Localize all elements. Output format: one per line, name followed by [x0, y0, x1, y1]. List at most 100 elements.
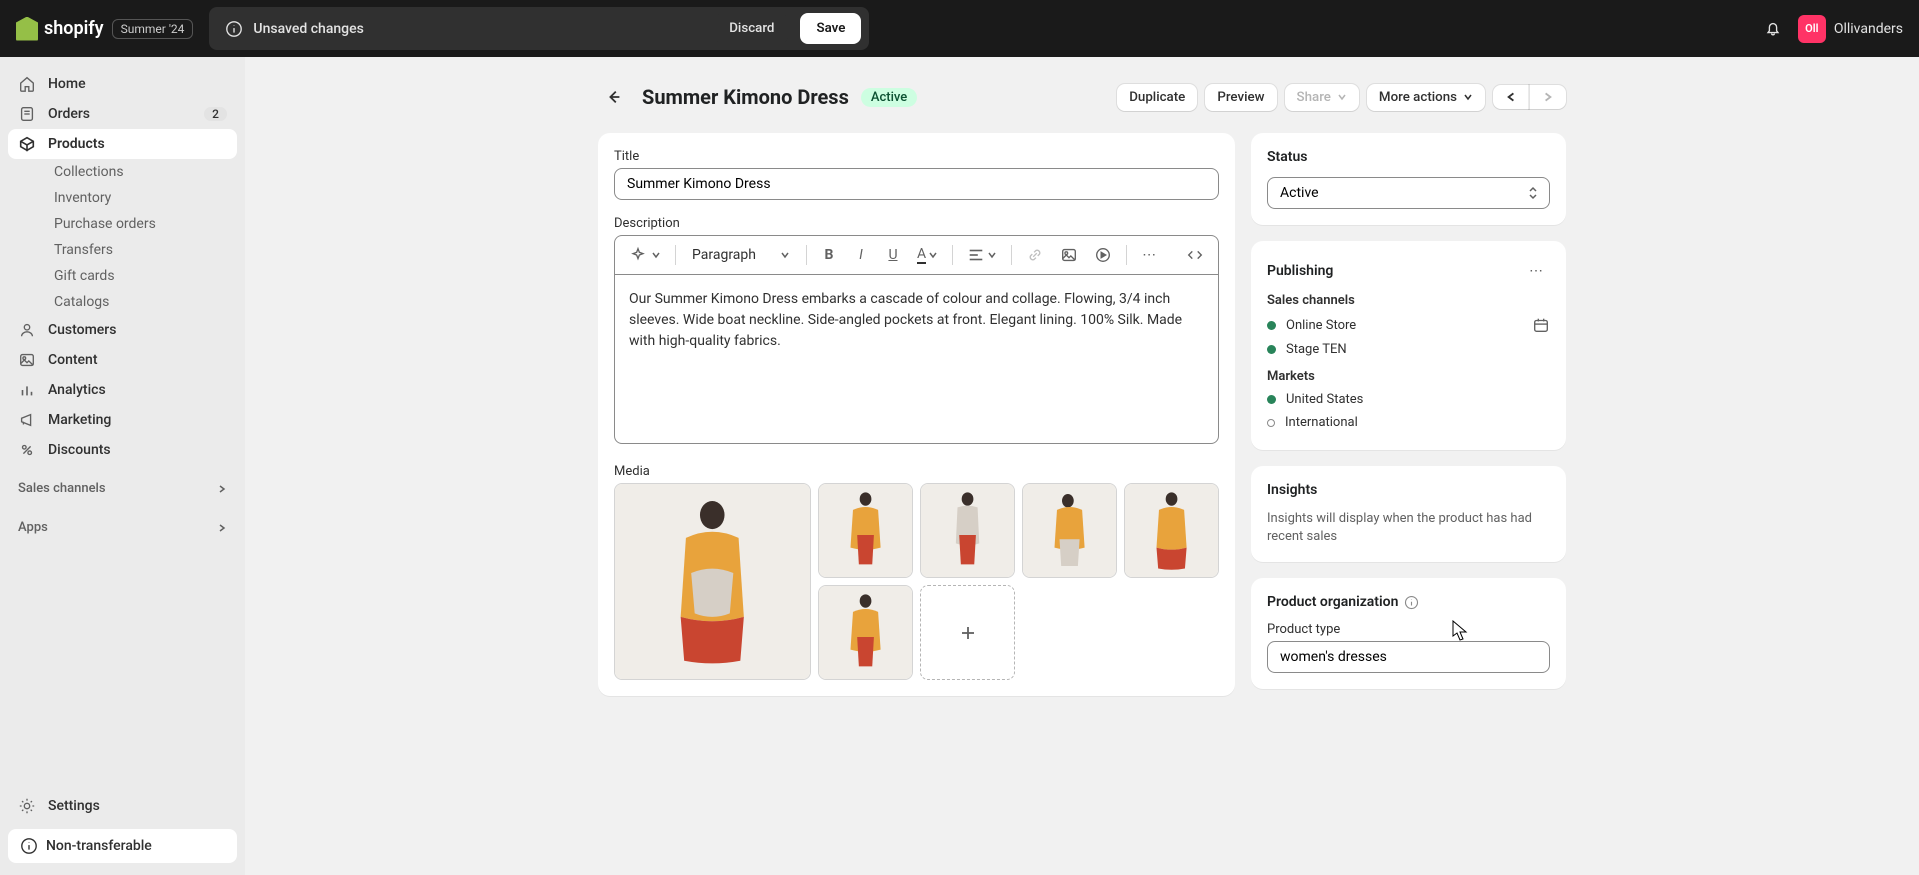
info-icon [225, 20, 243, 38]
link-button[interactable] [1020, 240, 1050, 270]
save-button[interactable]: Save [800, 13, 861, 44]
paragraph-style-dropdown[interactable]: Paragraph [684, 241, 798, 269]
non-transferable-notice[interactable]: Non-transferable [8, 829, 237, 863]
bold-button[interactable]: B [815, 241, 843, 269]
sidebar-item-settings[interactable]: Settings [8, 791, 237, 821]
chevron-down-icon [651, 250, 661, 260]
publishing-card: Publishing ⋯ Sales channels Online Store [1251, 241, 1566, 450]
sparkle-icon [629, 246, 647, 264]
sidebar-item-purchase-orders[interactable]: Purchase orders [44, 211, 237, 237]
product-image-placeholder [644, 494, 781, 670]
underline-button[interactable]: U [879, 241, 907, 269]
sidebar-item-inventory[interactable]: Inventory [44, 185, 237, 211]
share-button[interactable]: Share [1285, 84, 1359, 111]
prev-product-button[interactable] [1493, 85, 1529, 109]
calendar-icon[interactable] [1532, 316, 1550, 334]
sidebar-item-marketing[interactable]: Marketing [8, 405, 237, 435]
description-label: Description [614, 216, 1219, 231]
sidebar-item-home[interactable]: Home [8, 69, 237, 99]
status-badge: Active [861, 88, 917, 107]
description-editor[interactable]: Our Summer Kimono Dress embarks a cascad… [614, 274, 1219, 444]
add-media-button[interactable] [920, 585, 1015, 680]
sidebar-item-transfers[interactable]: Transfers [44, 237, 237, 263]
chevron-down-icon [1337, 92, 1347, 102]
insights-heading: Insights [1267, 482, 1550, 498]
sidebar-item-orders[interactable]: Orders 2 [8, 99, 237, 129]
back-button[interactable] [598, 81, 630, 113]
product-image-placeholder [1037, 489, 1102, 573]
duplicate-button[interactable]: Duplicate [1117, 84, 1197, 111]
editor-toolbar: Paragraph B I U A [614, 235, 1219, 274]
sidebar-item-analytics[interactable]: Analytics [8, 375, 237, 405]
align-left-icon [967, 246, 985, 264]
logo-area: shopify Summer '24 [16, 17, 193, 41]
more-format-button[interactable]: ⋯ [1135, 241, 1163, 269]
publishing-heading: Publishing [1267, 263, 1333, 279]
info-icon[interactable] [1404, 595, 1419, 610]
shopify-logo[interactable]: shopify [16, 17, 104, 41]
product-type-input[interactable] [1267, 641, 1550, 673]
product-image-placeholder [833, 591, 898, 675]
media-thumbnail[interactable] [1022, 483, 1117, 578]
align-button[interactable] [961, 240, 1003, 270]
status-heading: Status [1267, 149, 1550, 165]
product-image-placeholder [1139, 489, 1204, 573]
italic-button[interactable]: I [847, 241, 875, 269]
arrow-left-icon [605, 88, 623, 106]
media-thumbnail[interactable] [1124, 483, 1219, 578]
brand-text: shopify [44, 18, 104, 39]
user-menu[interactable]: Oll Ollivanders [1798, 15, 1903, 43]
media-thumbnail[interactable] [920, 483, 1015, 578]
next-product-button[interactable] [1529, 85, 1566, 109]
image-icon [1060, 246, 1078, 264]
sidebar-item-collections[interactable]: Collections [44, 159, 237, 185]
publishing-menu-button[interactable]: ⋯ [1522, 257, 1550, 285]
chevron-right-icon [217, 523, 227, 533]
media-label: Media [614, 464, 1219, 479]
media-thumbnail[interactable] [818, 585, 913, 680]
unsaved-changes-label: Unsaved changes [225, 20, 703, 38]
ai-magic-button[interactable] [623, 240, 667, 270]
image-button[interactable] [1054, 240, 1084, 270]
link-icon [1026, 246, 1044, 264]
main-content: Summer Kimono Dress Active Duplicate Pre… [245, 57, 1919, 875]
sidebar-item-customers[interactable]: Customers [8, 315, 237, 345]
preview-button[interactable]: Preview [1205, 84, 1276, 111]
content-icon [18, 351, 36, 369]
status-dot-icon [1267, 395, 1276, 404]
sidebar-item-content[interactable]: Content [8, 345, 237, 375]
media-thumbnail[interactable] [818, 483, 913, 578]
sidebar-section-apps[interactable]: Apps [8, 512, 237, 543]
sidebar-item-gift-cards[interactable]: Gift cards [44, 263, 237, 289]
status-dot-icon [1267, 419, 1275, 427]
more-actions-button[interactable]: More actions [1367, 84, 1485, 111]
title-input[interactable] [614, 168, 1219, 200]
avatar: Oll [1798, 15, 1826, 43]
edition-tag[interactable]: Summer '24 [112, 19, 194, 39]
sidebar-item-catalogs[interactable]: Catalogs [44, 289, 237, 315]
product-type-label: Product type [1267, 622, 1550, 637]
code-view-button[interactable] [1180, 240, 1210, 270]
user-name: Ollivanders [1834, 21, 1903, 37]
marketing-icon [18, 411, 36, 429]
plus-icon [960, 625, 976, 641]
page-title: Summer Kimono Dress [642, 85, 849, 109]
chevron-left-icon [1505, 91, 1517, 103]
sidebar-section-sales-channels[interactable]: Sales channels [8, 473, 237, 504]
sidebar-item-discounts[interactable]: Discounts [8, 435, 237, 465]
status-card: Status Active [1251, 133, 1566, 225]
sidebar-item-products[interactable]: Products [8, 129, 237, 159]
notifications-icon[interactable] [1764, 20, 1782, 38]
media-thumbnail[interactable] [614, 483, 811, 680]
page-header: Summer Kimono Dress Active Duplicate Pre… [598, 81, 1566, 113]
chevron-right-icon [217, 484, 227, 494]
video-icon [1094, 246, 1112, 264]
discard-button[interactable]: Discard [715, 13, 788, 44]
status-select[interactable]: Active [1267, 177, 1550, 209]
video-button[interactable] [1088, 240, 1118, 270]
channel-row: Stage TEN [1267, 338, 1550, 361]
media-grid [614, 483, 1219, 680]
sales-channels-label: Sales channels [1267, 293, 1550, 308]
customers-icon [18, 321, 36, 339]
text-color-button[interactable]: A [911, 240, 944, 270]
